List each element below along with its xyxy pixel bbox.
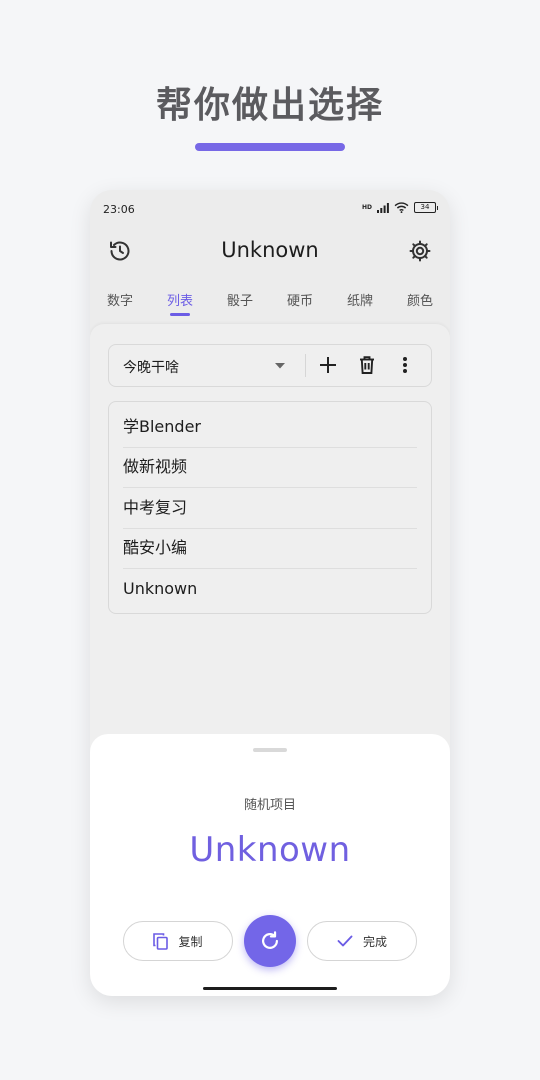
phone-screen: 23:06 HD 34 Unknown 数字 列表 骰子 硬币 纸牌 颜色 今晚… <box>90 190 450 996</box>
more-options-button[interactable] <box>392 352 418 378</box>
promo-headline: 帮你做出选择 <box>155 85 384 126</box>
wifi-icon <box>394 202 409 213</box>
list-item[interactable]: 酷安小编 <box>123 528 417 569</box>
result-value: Unknown <box>189 830 351 870</box>
copy-icon <box>153 932 169 950</box>
tab-dice[interactable]: 骰子 <box>210 290 270 309</box>
list-item[interactable]: Unknown <box>123 569 417 609</box>
copy-button-label: 复制 <box>178 934 203 949</box>
plus-icon <box>320 357 336 373</box>
signal-icon <box>377 202 389 213</box>
list-selector[interactable]: 今晚干啥 <box>123 357 179 377</box>
check-icon <box>337 935 353 947</box>
list-item[interactable]: 做新视频 <box>123 447 417 488</box>
list-item[interactable]: 学Blender <box>123 407 417 448</box>
more-vert-icon <box>403 357 407 373</box>
tab-coin[interactable]: 硬币 <box>270 290 330 309</box>
status-time: 23:06 <box>103 203 135 216</box>
delete-list-button[interactable] <box>354 352 380 378</box>
settings-button[interactable] <box>406 237 434 265</box>
done-button[interactable]: 完成 <box>307 921 417 961</box>
promo-page: 帮你做出选择 23:06 HD 34 Unknown 数字 列表 骰子 硬币 纸… <box>0 0 540 1080</box>
network-label: HD <box>361 203 372 211</box>
refresh-icon <box>262 931 278 949</box>
home-indicator[interactable] <box>203 987 337 990</box>
tab-number[interactable]: 数字 <box>90 290 150 309</box>
active-tab-indicator <box>170 313 190 316</box>
result-bottom-sheet: 随机项目 Unknown 复制 完成 <box>90 734 450 996</box>
headline-accent-bar <box>195 143 345 151</box>
done-button-label: 完成 <box>362 934 387 949</box>
list-item[interactable]: 中考复习 <box>123 488 417 529</box>
gear-icon <box>409 240 431 262</box>
copy-button[interactable]: 复制 <box>123 921 233 961</box>
status-icons: HD 34 <box>361 202 438 213</box>
sheet-drag-handle[interactable] <box>253 748 287 752</box>
battery-icon: 34 <box>414 202 438 213</box>
tab-list[interactable]: 列表 <box>150 290 210 309</box>
toolbar-divider <box>305 354 306 377</box>
tab-cards[interactable]: 纸牌 <box>330 290 390 309</box>
tab-color[interactable]: 颜色 <box>390 290 450 309</box>
list-toolbar: 今晚干啥 <box>108 344 432 387</box>
dropdown-arrow-icon[interactable] <box>275 363 285 369</box>
app-bar: Unknown <box>90 232 450 272</box>
result-label: 随机项目 <box>243 798 296 813</box>
app-title: Unknown <box>221 238 319 262</box>
tab-bar: 数字 列表 骰子 硬币 纸牌 颜色 <box>90 290 450 320</box>
add-item-button[interactable] <box>315 352 341 378</box>
reroll-button[interactable] <box>244 915 296 967</box>
items-list: 学Blender 做新视频 中考复习 酷安小编 Unknown <box>108 401 432 614</box>
trash-icon <box>360 356 374 374</box>
status-bar: 23:06 HD 34 <box>90 190 450 230</box>
